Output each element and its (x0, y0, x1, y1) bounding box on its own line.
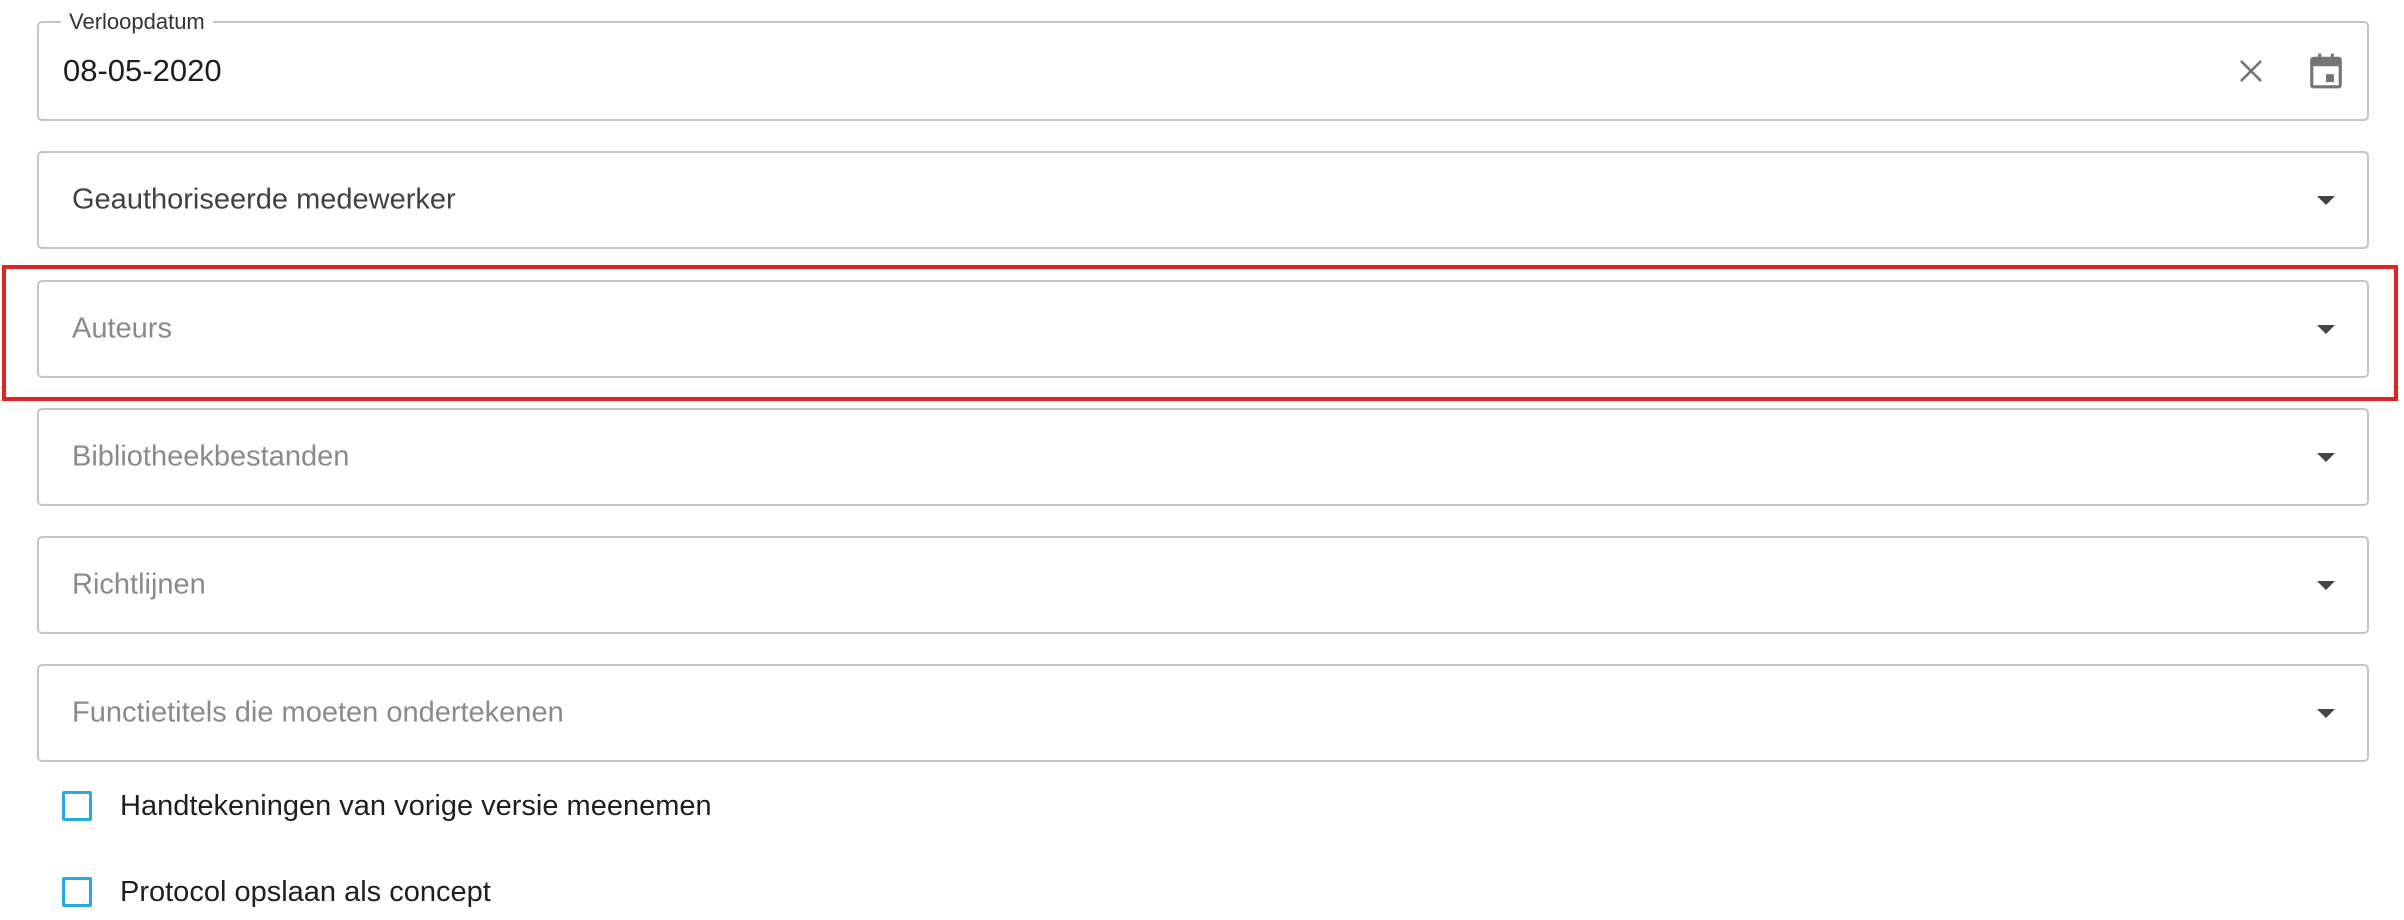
chevron-down-icon[interactable] (2317, 196, 2335, 205)
guidelines-select[interactable]: Richtlijnen (37, 536, 2369, 634)
chevron-down-icon[interactable] (2317, 581, 2335, 590)
chevron-down-icon[interactable] (2317, 453, 2335, 462)
authors-placeholder: Auteurs (72, 312, 172, 345)
authorized-employee-value: Geauthoriseerde medewerker (72, 183, 456, 216)
save-as-draft-checkbox[interactable] (62, 877, 92, 907)
form-page: Verloopdatum 08-05-2020 Geauthoriseerde … (0, 0, 2404, 920)
library-files-placeholder: Bibliotheekbestanden (72, 440, 350, 473)
authorized-employee-select[interactable]: Geauthoriseerde medewerker (37, 151, 2369, 249)
expiry-date-value[interactable]: 08-05-2020 (63, 53, 222, 89)
clear-icon[interactable] (2237, 57, 2265, 85)
expiry-date-label: Verloopdatum (61, 9, 213, 35)
chevron-down-icon[interactable] (2317, 325, 2335, 334)
expiry-date-field[interactable]: Verloopdatum 08-05-2020 (37, 9, 2369, 121)
job-titles-select[interactable]: Functietitels die moeten ondertekenen (37, 664, 2369, 762)
include-signatures-checkbox[interactable] (62, 791, 92, 821)
calendar-icon[interactable] (2307, 51, 2345, 91)
save-as-draft-label: Protocol opslaan als concept (120, 875, 491, 908)
include-signatures-option[interactable]: Handtekeningen van vorige versie meeneme… (62, 786, 712, 826)
include-signatures-label: Handtekeningen van vorige versie meeneme… (120, 789, 712, 822)
authors-select[interactable]: Auteurs (37, 280, 2369, 378)
job-titles-placeholder: Functietitels die moeten ondertekenen (72, 696, 564, 729)
chevron-down-icon[interactable] (2317, 709, 2335, 718)
guidelines-placeholder: Richtlijnen (72, 568, 206, 601)
save-as-draft-option[interactable]: Protocol opslaan als concept (62, 872, 491, 912)
library-files-select[interactable]: Bibliotheekbestanden (37, 408, 2369, 506)
